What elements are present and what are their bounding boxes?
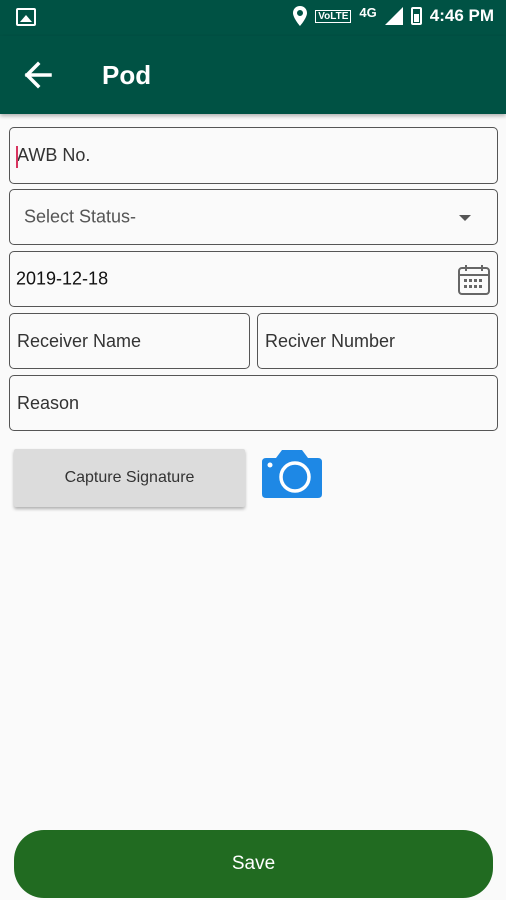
status-dropdown[interactable]: Select Status-: [9, 189, 498, 245]
app-bar: Pod: [0, 36, 506, 114]
volte-badge: VoLTE: [315, 9, 352, 23]
receiver-name-input[interactable]: [10, 314, 249, 368]
save-button[interactable]: Save: [14, 830, 493, 898]
receiver-number-field[interactable]: [257, 313, 498, 369]
receiver-number-input[interactable]: [258, 314, 497, 368]
camera-icon[interactable]: [260, 448, 324, 500]
capture-signature-button[interactable]: Capture Signature: [14, 449, 245, 507]
reason-field[interactable]: [9, 375, 498, 431]
battery-icon: [410, 7, 422, 25]
status-indicators: VoLTE 4G 4:46 PM: [293, 4, 494, 26]
back-arrow-icon[interactable]: [22, 60, 54, 90]
page-title: Pod: [102, 60, 152, 90]
location-icon: [293, 6, 308, 26]
network-type: 4G: [359, 4, 377, 20]
reason-input[interactable]: [10, 376, 497, 430]
date-value: 2019-12-18: [16, 268, 109, 289]
text-cursor: [16, 146, 18, 168]
status-bar: VoLTE 4G 4:46 PM: [0, 0, 506, 36]
signal-icon: [384, 7, 403, 25]
status-selected-value: Select Status-: [24, 206, 137, 227]
status-time: 4:46 PM: [429, 6, 494, 25]
dropdown-arrow-icon: [459, 215, 471, 221]
date-field[interactable]: 2019-12-18: [9, 251, 498, 307]
image-icon: [16, 8, 36, 26]
awb-input[interactable]: [10, 128, 497, 183]
calendar-icon[interactable]: [457, 264, 491, 296]
awb-field[interactable]: [9, 127, 498, 184]
receiver-name-field[interactable]: [9, 313, 250, 369]
